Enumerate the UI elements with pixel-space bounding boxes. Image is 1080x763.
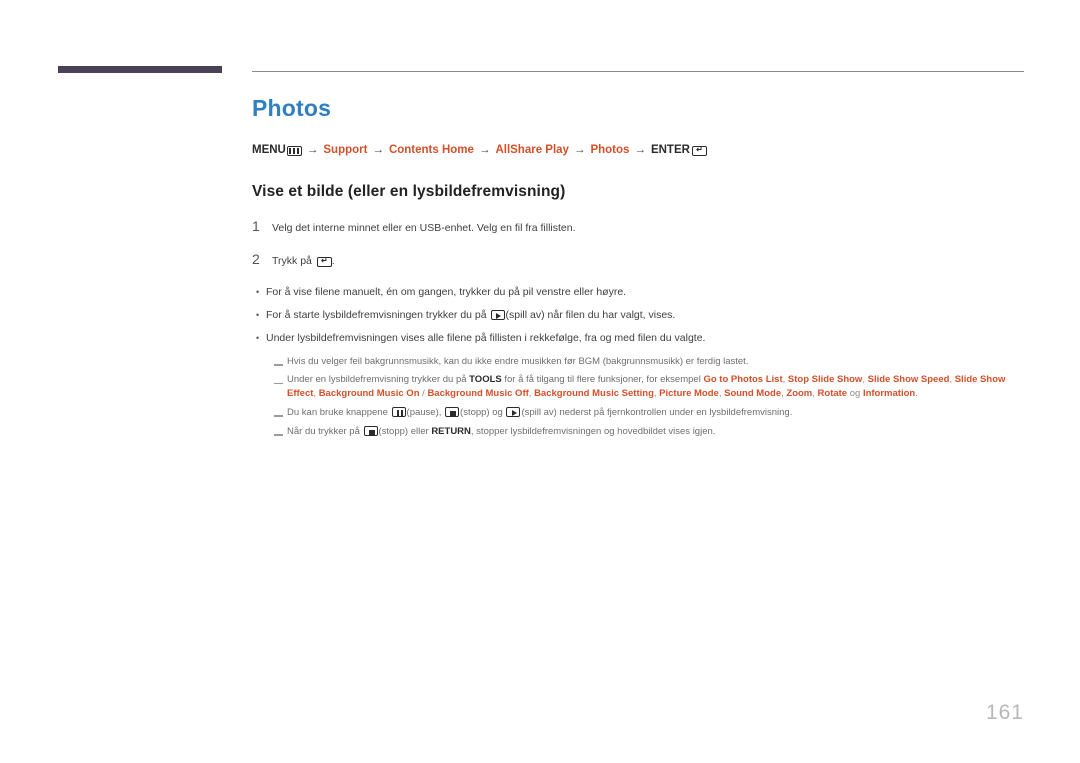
menu-option-background-music-off: Background Music Off — [427, 388, 529, 400]
step-text-after: . — [331, 255, 335, 268]
breadcrumb-menu-label: MENU — [252, 144, 286, 157]
play-button-icon — [490, 310, 505, 321]
notes-list: Hvis du velger feil bakgrunnsmusikk, kan… — [252, 355, 1024, 439]
note-conjunction: og — [847, 388, 863, 400]
return-key-label: RETURN — [431, 425, 471, 437]
breadcrumb-arrow: → — [634, 144, 646, 157]
page-content: Photos MENU → Support → Contents Home → … — [252, 95, 1024, 443]
bullet-text-after: (spill av) når filen du har valgt, vises… — [505, 309, 676, 322]
play-button-icon — [506, 407, 521, 418]
note-part: Når du trykker på — [287, 425, 363, 437]
section-heading: Vise et bilde (eller en lysbildefremvisn… — [252, 182, 566, 200]
breadcrumb-item-contents-home[interactable]: Contents Home — [389, 145, 474, 157]
note-part: Du kan bruke knappene — [287, 406, 391, 418]
bullet-list: • For å vise filene manuelt, én om gange… — [252, 285, 1024, 346]
step-item: 1 Velg det interne minnet eller en USB-e… — [252, 218, 1024, 236]
bullet-marker: • — [256, 287, 260, 298]
note-dash-icon — [274, 379, 287, 381]
bullet-text: Under lysbildefremvisningen vises alle f… — [266, 332, 706, 345]
bullet-marker: • — [256, 333, 260, 344]
step-text-before: Trykk på — [272, 255, 315, 268]
note-dash-icon — [274, 430, 287, 432]
breadcrumb-arrow: → — [306, 144, 319, 157]
note-item: Når du trykker på (stopp) eller RETURN, … — [252, 425, 1024, 439]
menu-option-background-music-on: Background Music On — [318, 388, 420, 400]
step-text: Trykk på ↵. — [272, 255, 335, 269]
bullet-text: For å vise filene manuelt, én om gangen,… — [266, 286, 627, 299]
note-item: Du kan bruke knappene (pause), (stopp) o… — [252, 406, 1024, 420]
steps-list: 1 Velg det interne minnet eller en USB-e… — [252, 218, 1024, 269]
list-item: • For å starte lysbildefremvisningen try… — [252, 308, 1024, 322]
note-item: Hvis du velger feil bakgrunnsmusikk, kan… — [252, 355, 1024, 369]
breadcrumb-item-allshare-play[interactable]: AllShare Play — [495, 145, 569, 157]
note-part: for å få tilgang til flere funksjoner, f… — [501, 374, 704, 386]
menu-option-go-to-photos-list: Go to Photos List — [703, 374, 783, 386]
bullet-marker: • — [256, 310, 260, 321]
pause-button-icon — [391, 407, 406, 418]
breadcrumb-item-support[interactable]: Support — [323, 145, 367, 157]
list-item: • For å vise filene manuelt, én om gange… — [252, 285, 1024, 299]
header-divider-line — [252, 71, 1024, 72]
breadcrumb-item-photos[interactable]: Photos — [590, 145, 629, 157]
note-text: Når du trykker på (stopp) eller RETURN, … — [287, 425, 715, 439]
menu-option-zoom: Zoom — [786, 388, 813, 400]
note-part: Under en lysbildefremvisning trykker du … — [287, 374, 470, 386]
step-text: Velg det interne minnet eller en USB-enh… — [272, 221, 576, 234]
note-text: Hvis du velger feil bakgrunnsmusikk, kan… — [287, 355, 749, 367]
note-part: , stopper lysbildefremvisningen og hoved… — [470, 425, 716, 437]
enter-return-icon: ↵ — [691, 146, 707, 157]
note-item: Under en lysbildefremvisning trykker du … — [252, 373, 1024, 401]
menu-option-sound-mode: Sound Mode — [724, 388, 782, 400]
menu-option-background-music-setting: Background Music Setting — [534, 388, 654, 400]
stop-button-icon — [445, 407, 460, 418]
enter-return-icon: ↵ — [316, 256, 332, 267]
page-number: 161 — [985, 701, 1024, 724]
menu-grid-icon — [286, 146, 302, 157]
stop-button-icon — [363, 426, 378, 437]
menu-option-stop-slide-show: Stop Slide Show — [787, 374, 863, 386]
menu-option-rotate: Rotate — [817, 388, 848, 400]
note-part: (pause), — [406, 406, 445, 418]
bullet-text-before: For å starte lysbildefremvisningen trykk… — [266, 309, 490, 322]
menu-option-information: Information — [862, 388, 916, 400]
note-dash-icon — [274, 360, 287, 362]
breadcrumb-arrow: → — [372, 144, 384, 157]
note-text: Under en lysbildefremvisning trykker du … — [287, 373, 1024, 401]
header-accent-bar — [58, 66, 222, 73]
note-dash-icon — [274, 411, 287, 413]
bullet-text: For å starte lysbildefremvisningen trykk… — [266, 308, 675, 322]
breadcrumb-arrow: → — [478, 144, 491, 157]
step-number: 1 — [252, 217, 260, 234]
note-part: (stopp) og — [460, 406, 506, 418]
step-number: 2 — [252, 251, 260, 268]
note-terminator: . — [915, 388, 918, 400]
note-part: (spill av) nederst på fjernkontrollen un… — [521, 406, 793, 418]
breadcrumb-arrow: → — [573, 144, 586, 157]
note-part: (stopp) eller — [378, 425, 432, 437]
page-title: Photos — [252, 95, 332, 121]
list-item: • Under lysbildefremvisningen vises alle… — [252, 331, 1024, 345]
breadcrumb-enter-label: ENTER — [650, 144, 690, 157]
breadcrumb: MENU → Support → Contents Home → AllShar… — [252, 145, 1024, 157]
menu-option-picture-mode: Picture Mode — [659, 388, 719, 400]
menu-option-slide-show-speed: Slide Show Speed — [867, 374, 950, 386]
note-text: Du kan bruke knappene (pause), (stopp) o… — [287, 406, 792, 420]
step-item: 2 Trykk på ↵. — [252, 251, 1024, 269]
tools-key-label: TOOLS — [469, 374, 502, 386]
